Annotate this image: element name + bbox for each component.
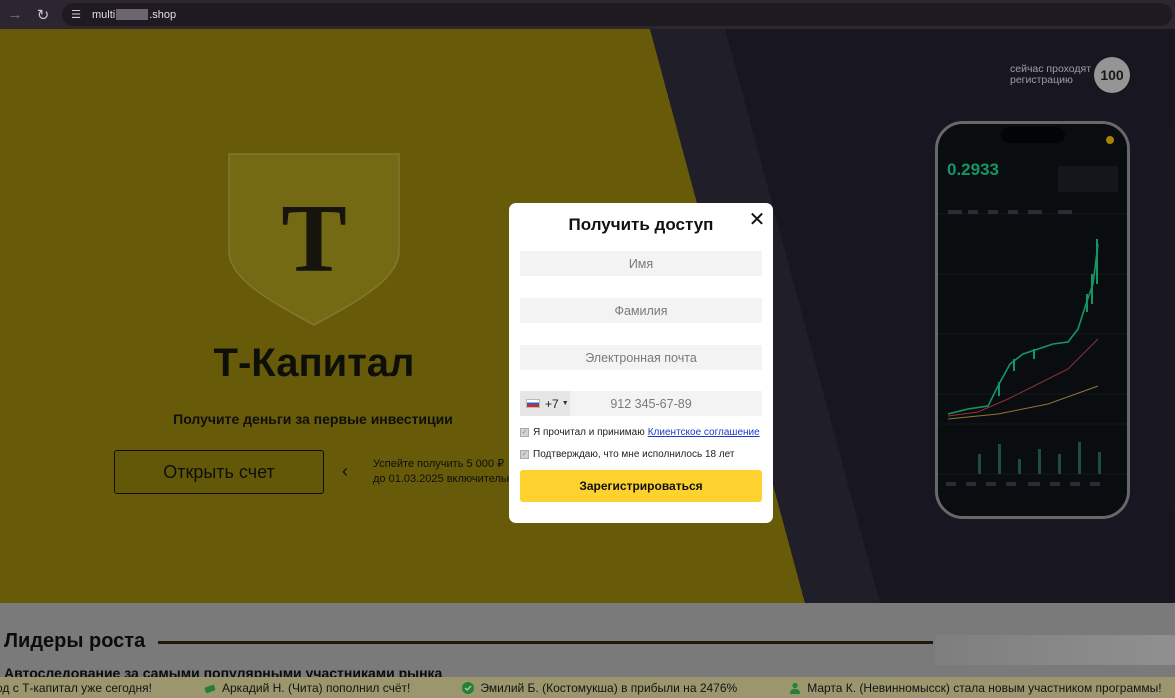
address-bar[interactable]: ☰ multi .shop	[62, 3, 1172, 26]
url-prefix: multi	[92, 8, 116, 21]
url-redaction	[116, 9, 149, 21]
url-suffix: .shop	[149, 8, 177, 21]
register-button[interactable]: Зарегистрироваться	[520, 470, 762, 502]
modal-title: Получить доступ	[568, 215, 714, 234]
agreement-link[interactable]: Клиентское соглашение	[648, 427, 760, 438]
site-settings-icon[interactable]: ☰	[68, 7, 84, 23]
country-code-select[interactable]: +7 ▼	[520, 391, 570, 416]
email-input[interactable]	[520, 345, 762, 370]
browser-toolbar: → ↻ ☰ multi .shop	[0, 0, 1175, 29]
agreement-label: Я прочитал и принимаю	[533, 427, 645, 438]
first-name-input[interactable]	[520, 251, 762, 276]
close-icon[interactable]: ✕	[748, 210, 766, 230]
chevron-down-icon: ▼	[561, 400, 569, 407]
age-label: Подтверждаю, что мне исполнилось 18 лет	[533, 449, 735, 460]
last-name-input[interactable]	[520, 298, 762, 323]
russia-flag-icon	[526, 399, 540, 408]
url-text: multi .shop	[92, 9, 176, 21]
agreement-checkbox[interactable]: ✓	[520, 428, 529, 437]
phone-field: +7 ▼	[520, 391, 762, 416]
forward-arrow-icon[interactable]: →	[2, 2, 28, 28]
access-modal: Получить доступ ✕ +7 ▼ ✓ Я прочитал и пр…	[509, 203, 773, 523]
country-code: +7	[545, 396, 559, 411]
agreement-row: ✓ Я прочитал и принимаю Клиентское согла…	[520, 427, 760, 438]
age-row: ✓ Подтверждаю, что мне исполнилось 18 ле…	[520, 449, 735, 460]
age-checkbox[interactable]: ✓	[520, 450, 529, 459]
reload-icon[interactable]: ↻	[30, 2, 56, 28]
phone-input[interactable]	[570, 391, 762, 416]
